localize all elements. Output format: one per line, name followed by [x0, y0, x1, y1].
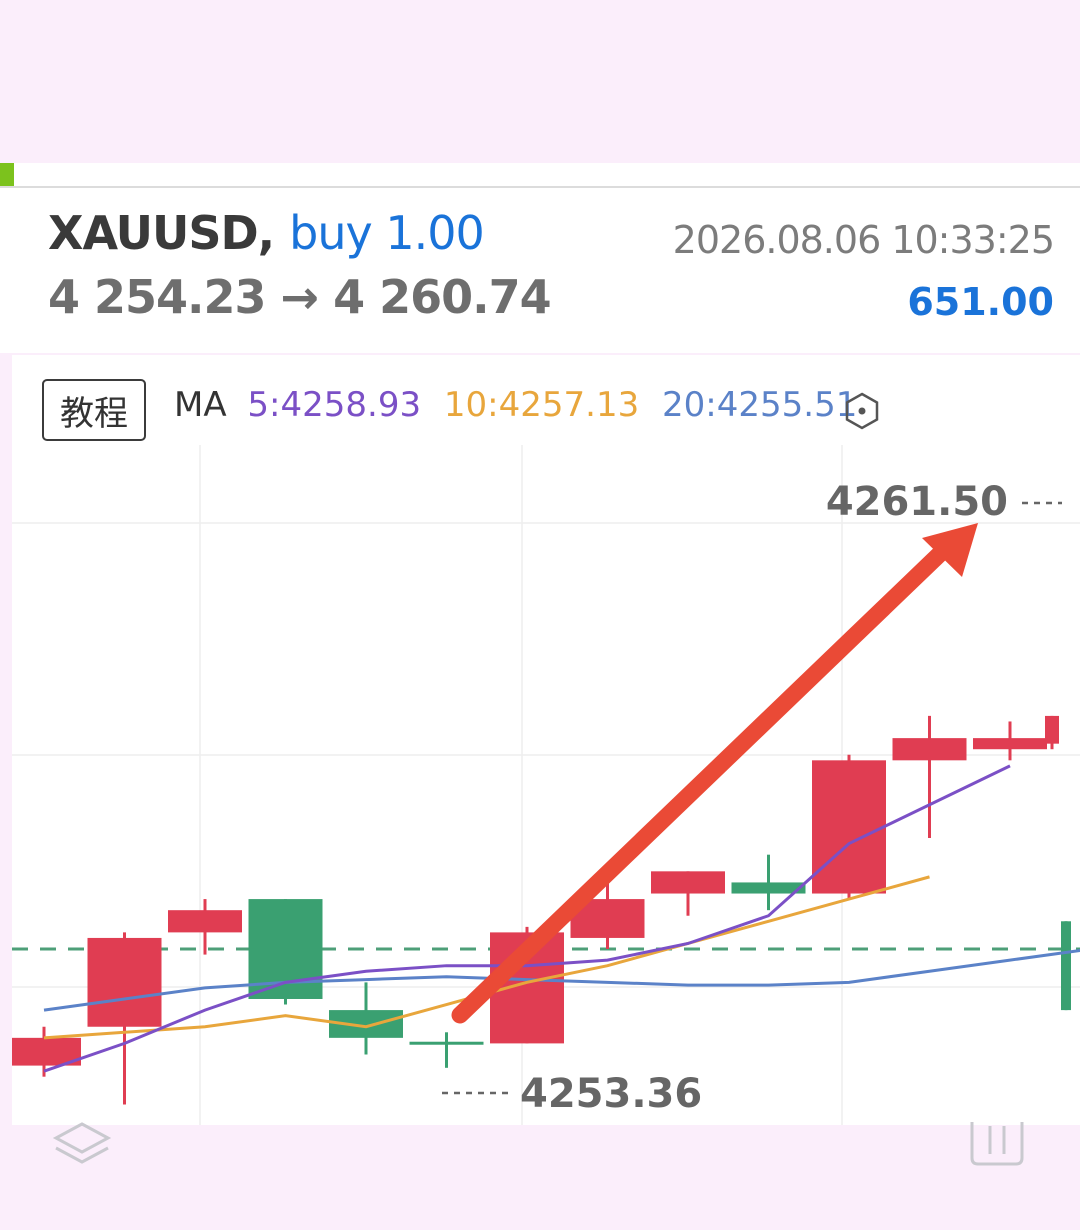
- candle-body: [1061, 921, 1071, 1011]
- trash-icon[interactable]: [966, 1118, 1028, 1168]
- trade-card[interactable]: XAUUSD, buy 1.00 4 254.23 → 4 260.74 202…: [0, 188, 1080, 353]
- trade-timestamp: 2026.08.06 10:33:25: [672, 218, 1055, 262]
- candle-body: [1045, 715, 1059, 744]
- ma10-line: [43, 875, 930, 1040]
- low-price-label: 4253.36: [520, 1071, 702, 1117]
- hexagon-settings-icon[interactable]: [842, 391, 882, 431]
- header-strip: [14, 163, 1080, 187]
- ma-label: MA: [174, 385, 227, 425]
- high-price-label: 4261.50: [826, 479, 1008, 525]
- candle-body: [409, 1041, 484, 1045]
- layers-icon[interactable]: [50, 1118, 114, 1170]
- candle-body: [812, 760, 886, 894]
- candle-body: [973, 738, 1047, 750]
- current-price: 4 260.74: [333, 270, 552, 324]
- trade-profit: 651.00: [907, 280, 1054, 324]
- open-price: 4 254.23: [48, 270, 267, 324]
- arrow-glyph: →: [280, 270, 320, 324]
- symbol-label: XAUUSD,: [48, 206, 275, 260]
- accent-mark: [0, 163, 14, 187]
- symbol-line: XAUUSD, buy 1.00: [48, 206, 485, 260]
- top-band: [0, 0, 1080, 163]
- tutorial-button[interactable]: 教程: [42, 379, 146, 441]
- chart-panel[interactable]: 4261.50 4253.36 教程 MA 5:4258.93 10:4257.1…: [12, 355, 1080, 1125]
- ma5-value: 5:4258.93: [247, 385, 422, 425]
- ma-legend: MA 5:4258.93 10:4257.13 20:4255.51: [174, 385, 857, 425]
- ma10-value: 10:4257.13: [443, 385, 640, 425]
- ma20-value: 20:4255.51: [662, 385, 858, 425]
- bottom-band: [0, 1125, 1080, 1230]
- price-line: 4 254.23 → 4 260.74: [48, 270, 552, 324]
- candle-body: [168, 910, 242, 933]
- side-label: buy 1.00: [289, 206, 485, 260]
- candle-body: [651, 871, 725, 894]
- candlestick-chart[interactable]: 4261.50 4253.36: [12, 355, 1080, 1125]
- candle-body: [87, 937, 162, 1027]
- candle-body: [892, 738, 967, 761]
